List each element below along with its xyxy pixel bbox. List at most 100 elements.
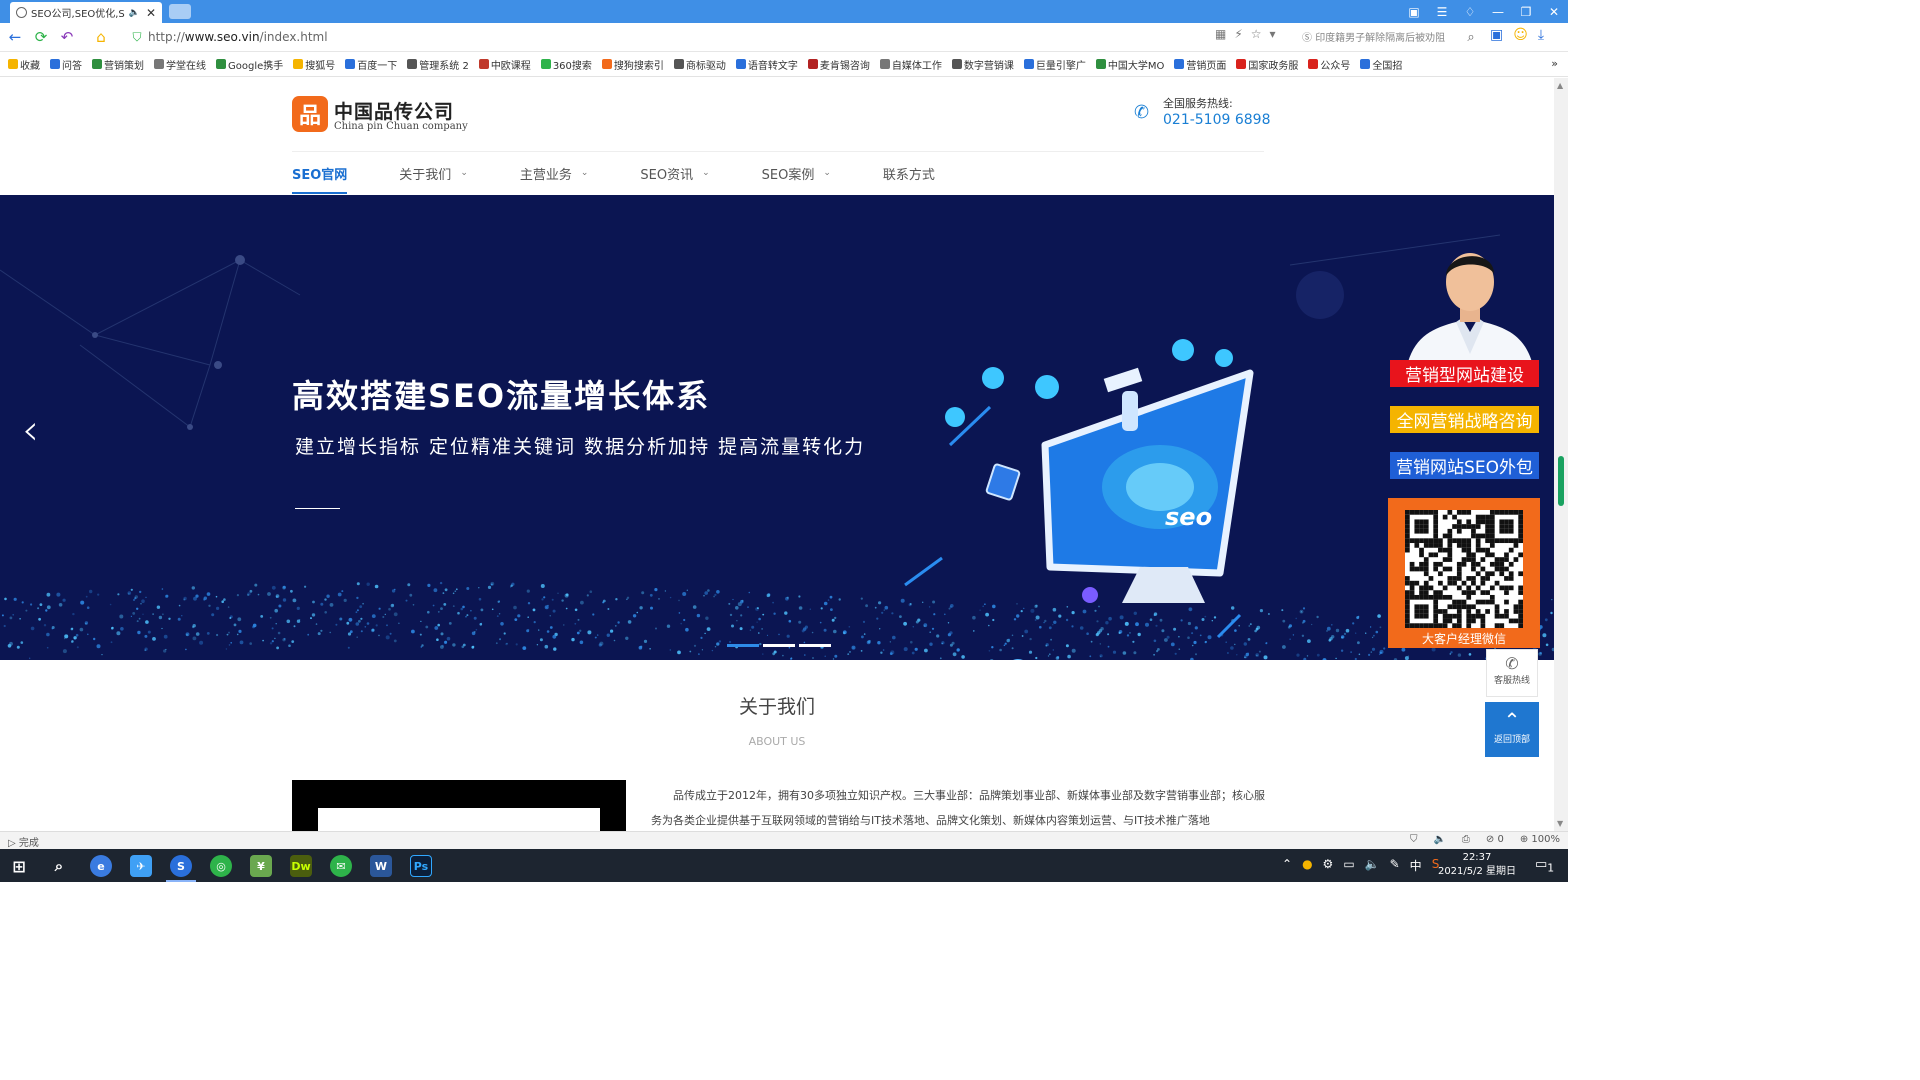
bookmark-item[interactable]: 巨量引擎广 xyxy=(1023,57,1086,72)
bookmark-item[interactable]: 商标驱动 xyxy=(673,57,726,72)
sogou-browser-icon[interactable]: S xyxy=(170,855,192,877)
browser-360-icon[interactable]: e xyxy=(90,855,112,877)
browser-tab[interactable]: SEO公司,SEO优化,S 🔈 ✕ xyxy=(10,2,162,23)
promo-marketing-consulting[interactable]: 全网营销战略咨询 xyxy=(1390,406,1539,433)
bookmark-item[interactable]: 公众号 xyxy=(1308,57,1350,72)
volume-icon[interactable]: 🔈 xyxy=(1433,834,1445,845)
promo-website-building[interactable]: 营销型网站建设 xyxy=(1390,360,1539,387)
nav-item[interactable]: 关于我们 ⌄ xyxy=(399,152,468,194)
wechat-icon[interactable]: ✉ xyxy=(330,855,352,877)
bookmark-item[interactable]: 语音转文字 xyxy=(735,57,798,72)
carousel-dot[interactable] xyxy=(727,644,759,647)
pen-icon[interactable]: ✎ xyxy=(1390,857,1400,874)
start-icon[interactable]: ⊞ xyxy=(8,855,30,877)
new-tab-button[interactable] xyxy=(169,4,191,19)
search-icon[interactable]: ⌕ xyxy=(1462,28,1480,46)
nav-item-label: 关于我们 xyxy=(399,167,452,183)
bookmark-item[interactable]: 营销页面 xyxy=(1174,57,1226,72)
bookmark-item[interactable]: 管理系统 2 xyxy=(407,57,469,72)
restore-icon[interactable]: ❐ xyxy=(1512,0,1540,23)
nav-item[interactable]: SEO资讯 ⌄ xyxy=(640,152,709,194)
search-box[interactable]: Ⓢ 印度籍男子解除隔离后被劝阻 xyxy=(1302,29,1482,44)
url-field[interactable]: http://www.seo.vin/index.html xyxy=(148,30,328,44)
bookmark-item[interactable]: 百度一下 xyxy=(345,57,397,72)
service-hotline-button[interactable]: ✆ 客服热线 xyxy=(1486,649,1538,697)
dropdown-icon[interactable]: ▾ xyxy=(1270,27,1276,41)
feishu-icon[interactable]: ✈ xyxy=(130,855,152,877)
bookmark-favicon-icon xyxy=(951,59,962,69)
scroll-up-icon[interactable]: ▲ xyxy=(1557,81,1563,90)
tray-settings-icon[interactable]: ⚙ xyxy=(1323,857,1334,874)
scroll-down-icon[interactable]: ▼ xyxy=(1557,819,1563,828)
close-window-icon[interactable]: ✕ xyxy=(1540,0,1568,23)
bookmark-item[interactable]: 360搜索 xyxy=(540,57,592,72)
page-scrollbar[interactable]: ▲ ▼ xyxy=(1554,78,1568,831)
status-play-icon[interactable]: ▷ xyxy=(8,838,16,849)
emoji-icon[interactable]: ☺ xyxy=(1513,27,1528,43)
about-video[interactable] xyxy=(292,780,626,831)
promo-seo-outsourcing[interactable]: 营销网站SEO外包 xyxy=(1390,452,1539,479)
bookmark-label: 国家政务服 xyxy=(1248,60,1299,72)
bookmark-item[interactable]: 搜狗搜索引 xyxy=(601,57,664,72)
zoom-control[interactable]: ⊕ 100% xyxy=(1520,834,1560,845)
sidebar-toggle-icon[interactable]: ▣ xyxy=(1400,0,1428,23)
bookmark-label: 问答 xyxy=(62,60,82,72)
menu-icon[interactable]: ☰ xyxy=(1428,0,1456,23)
minimize-icon[interactable]: — xyxy=(1484,0,1512,23)
carousel-prev-icon[interactable]: ‹ xyxy=(22,405,39,454)
qr-code-icon[interactable]: ▦ xyxy=(1215,27,1226,41)
tab-close-icon[interactable]: ✕ xyxy=(146,6,156,20)
bookmark-item[interactable]: 数字营销课 xyxy=(951,57,1014,72)
nav-item[interactable]: SEO案例 ⌄ xyxy=(762,152,831,194)
bookmark-item[interactable]: 中欧课程 xyxy=(478,57,531,72)
bookmark-item[interactable]: 问答 xyxy=(50,57,82,72)
bookmarks-overflow-icon[interactable]: » xyxy=(1551,57,1558,70)
bookmark-item[interactable]: 国家政务服 xyxy=(1236,57,1298,72)
logo-name[interactable]: 中国品传公司 xyxy=(334,97,454,124)
star-icon[interactable]: ☆ xyxy=(1251,27,1262,41)
dreamweaver-icon[interactable]: Dw xyxy=(290,855,312,877)
undo-icon[interactable]: ↶ xyxy=(58,28,76,46)
extension-icon[interactable]: ▣ xyxy=(1490,27,1503,43)
nav-item[interactable]: 联系方式 xyxy=(883,152,935,194)
back-icon[interactable]: ← xyxy=(6,28,24,46)
nav-item[interactable]: SEO官网 xyxy=(292,152,348,194)
carousel-dot[interactable] xyxy=(799,644,831,647)
word-icon[interactable]: W xyxy=(370,855,392,877)
download-icon[interactable]: ⤓ xyxy=(1538,27,1544,43)
home-icon[interactable]: ⌂ xyxy=(92,28,110,46)
tab-audio-icon[interactable]: 🔈 xyxy=(129,8,140,18)
bookmark-item[interactable]: 学堂在线 xyxy=(154,57,206,72)
adblock-count: 0 xyxy=(1497,834,1504,845)
clock[interactable]: 22:37 2021/5/2 星期日 xyxy=(1432,851,1522,879)
bookmark-item[interactable]: 收藏 xyxy=(8,57,40,72)
bookmark-item[interactable]: 搜狐号 xyxy=(293,57,335,72)
bookmark-item[interactable]: 全国招 xyxy=(1360,57,1402,72)
nav-item-label: SEO资讯 xyxy=(640,167,694,183)
logo-icon[interactable]: 品 xyxy=(292,96,328,132)
carousel-dot[interactable] xyxy=(763,644,795,647)
nav-item[interactable]: 主营业务 ⌄ xyxy=(520,152,589,194)
scrollbar-thumb[interactable] xyxy=(1558,456,1564,506)
tray-expand-icon[interactable]: ⌃ xyxy=(1282,857,1292,874)
photoshop-icon[interactable]: Ps xyxy=(410,855,432,877)
bookmark-item[interactable]: 自媒体工作 xyxy=(879,57,942,72)
search-taskbar-icon[interactable]: ⌕ xyxy=(48,855,70,877)
skin-icon[interactable]: ♢ xyxy=(1456,0,1484,23)
bookmark-item[interactable]: 麦肯锡咨询 xyxy=(807,57,870,72)
print-icon[interactable]: ⎙ xyxy=(1462,834,1470,845)
money-app-icon[interactable]: ¥ xyxy=(250,855,272,877)
speaker-icon[interactable]: 🔈 xyxy=(1365,857,1380,874)
bookmark-item[interactable]: 中国大学MO xyxy=(1095,57,1164,72)
network-icon[interactable]: ▭ xyxy=(1343,857,1354,874)
refresh-icon[interactable]: ⟳ xyxy=(32,28,50,46)
notification-center[interactable]: ▭1 xyxy=(1535,857,1554,875)
wechat-work-icon[interactable]: ◎ xyxy=(210,855,232,877)
speed-icon[interactable]: ⚡ xyxy=(1234,27,1242,41)
tray-app-icon[interactable]: ● xyxy=(1302,857,1312,874)
security-icon[interactable]: ⛉ xyxy=(1410,834,1418,845)
ime-indicator[interactable]: 中 xyxy=(1410,857,1422,874)
bookmark-item[interactable]: 营销策划 xyxy=(92,57,144,72)
adblock-counter[interactable]: ⊘ 0 xyxy=(1486,834,1504,845)
bookmark-item[interactable]: Google携手 xyxy=(216,57,283,72)
